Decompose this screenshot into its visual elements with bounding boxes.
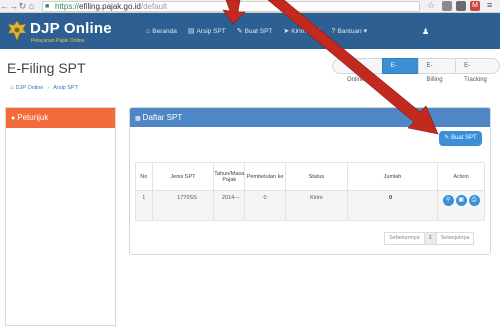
cell-no: 1 [135,190,153,221]
edit-icon: ✎ [236,28,243,35]
view-search-icon[interactable]: ⚲ [442,195,454,206]
tab-profil-online[interactable]: Profil Online [332,58,383,83]
cell-action: ⚲ ▣ ⎙ [437,190,485,221]
petunjuk-header: ● Petunjuk [6,108,115,128]
page-title: E-Filing SPT [7,60,86,76]
breadcrumb-arsip-spt[interactable]: Arsip SPT [53,85,78,91]
save-icon[interactable]: ▣ [455,195,467,206]
spt-table: No Jenis SPT Tahun/Masa Pajak Pembetulan… [135,162,485,221]
column-header: Jenis SPT [151,162,215,191]
list-icon: ▦ [135,116,141,122]
daftar-spt-panel: ▦ Daftar SPT ✎ Buat SPT No Jenis SPT Tahu… [129,107,491,255]
petunjuk-title: Petunjuk [17,113,49,122]
forward-arrow-icon[interactable]: → [9,1,18,12]
cell-jumlah: 0 [346,190,439,221]
home-icon: ⌂ [10,85,14,91]
address-bar[interactable]: ■ https://efiling.pajak.go.id/default [42,1,420,12]
info-icon: ● [11,115,16,122]
extension-icon[interactable] [456,1,466,11]
buat-spt-button[interactable]: ✎ Buat SPT [439,131,482,146]
breadcrumb-separator: › [47,85,50,91]
cell-pembetulan: 0 [244,190,286,221]
column-header: Tahun/Masa Pajak [213,162,246,191]
mail-extension-icon[interactable]: M [470,1,480,11]
nav-kirim-spt[interactable]: ➤ Kirim SPT [283,27,321,36]
pagination: Sebelumnya 1 Selanjutnya [384,232,475,245]
bookmark-star-icon[interactable]: ☆ [427,0,435,11]
nav-beranda[interactable]: ⌂ Beranda [146,28,177,35]
nav-label: Kirim SPT [291,27,321,35]
print-icon[interactable]: ⎙ [468,195,480,206]
daftar-spt-header: ▦ Daftar SPT [130,108,490,127]
url-host: efiling.pajak.go.id [79,2,141,11]
home-icon: ⌂ [146,27,151,35]
nav-label: Bantuan [337,27,362,35]
nav-label: Buat SPT [244,27,273,35]
folder-icon: ▤ [187,28,195,35]
column-header: Pembetulan ke [244,162,286,191]
garuda-logo-icon[interactable] [7,20,27,42]
back-arrow-icon[interactable]: ← [0,1,9,12]
tab-e-tracking[interactable]: E-Tracking [455,58,500,83]
column-header: Action [437,162,485,191]
nav-bantuan[interactable]: ? Bantuan ▾ [331,27,370,36]
breadcrumb-djp-online[interactable]: DJP Online [16,85,44,91]
column-header: Jumlah [346,162,439,191]
send-icon: ➤ [283,28,290,35]
url-path: /default [140,2,168,11]
brand-title[interactable]: DJP Online [30,20,112,37]
help-icon: ? [331,27,336,35]
edit-icon: ✎ [444,135,450,141]
breadcrumb: ⌂ DJP Online › Arsip SPT [10,85,78,91]
browser-toolbar: ← → ↻ ⌂ ■ https://efiling.pajak.go.id/de… [0,0,500,13]
cell-status: Kirim [284,190,348,221]
url-scheme: https:// [55,2,80,11]
table-header-row: No Jenis SPT Tahun/Masa Pajak Pembetulan… [135,162,485,191]
service-tabs: Profil Online E-Filing E-Billing E-Track… [332,58,500,83]
table-row: 1 1770SS 2014--- 0 Kirim 0 ⚲ ▣ ⎙ [135,190,485,221]
daftar-spt-title: Daftar SPT [142,113,183,122]
top-navigation: ⌂ Beranda ▤ Arsip SPT ✎ Buat SPT ➤ Kirim SPT… [146,27,380,36]
reload-icon[interactable]: ↻ [18,1,27,12]
tab-e-billing[interactable]: E-Billing [417,58,457,83]
column-header: No [135,162,153,191]
lock-icon: ■ [45,3,50,10]
nav-arsip-spt[interactable]: ▤ Arsip SPT [187,27,226,36]
brand-tagline: Pelayanan Pajak Online [31,38,85,44]
tab-e-filing[interactable]: E-Filing [381,58,419,83]
pager-next[interactable]: Selanjutnya [435,232,475,245]
pager-previous[interactable]: Sebelumnya [384,232,425,245]
nav-buat-spt[interactable]: ✎ Buat SPT [236,27,273,36]
app-header: DJP Online Pelayanan Pajak Online ⌂ Beran… [0,13,500,49]
chevron-down-icon: ▾ [363,28,368,35]
nav-label: Beranda [152,27,177,35]
extension-icon[interactable] [442,1,452,11]
hamburger-menu-icon[interactable]: ≡ [487,0,492,10]
home-icon[interactable]: ⌂ [27,1,36,12]
user-icon[interactable]: ♟ [422,27,429,36]
column-header: Status [284,162,348,191]
cell-tahun: 2014--- [213,190,246,221]
cell-jenis-spt: 1770SS [151,190,215,221]
nav-label: Arsip SPT [196,27,226,35]
petunjuk-panel: ● Petunjuk [5,107,116,326]
buat-spt-label: Buat SPT [451,135,477,141]
